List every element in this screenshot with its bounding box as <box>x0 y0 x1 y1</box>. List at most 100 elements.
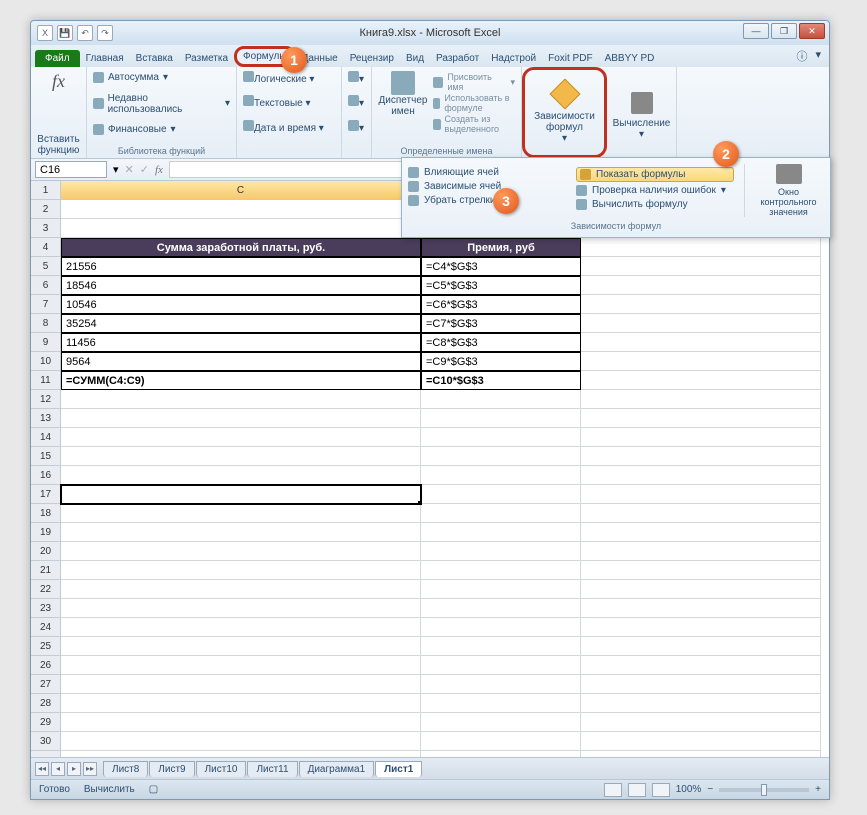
cell[interactable] <box>581 447 821 466</box>
use-in-formula-button[interactable]: Использовать в формуле <box>433 93 515 113</box>
cell[interactable] <box>421 694 581 713</box>
rowhdr-10[interactable]: 10 <box>31 352 60 371</box>
rowhdr-9[interactable]: 9 <box>31 333 60 352</box>
rowhdr-14[interactable]: 14 <box>31 428 60 447</box>
undo-icon[interactable]: ↶ <box>77 25 93 41</box>
rowhdr-5[interactable]: 5 <box>31 257 60 276</box>
recent-button[interactable]: Недавно использовались ▾ <box>93 93 230 115</box>
cell[interactable] <box>421 447 581 466</box>
cell[interactable] <box>421 751 581 757</box>
cell[interactable]: =C5*$G$3 <box>421 276 581 295</box>
cell[interactable] <box>61 599 421 618</box>
cell[interactable] <box>581 637 821 656</box>
redo-icon[interactable]: ↷ <box>97 25 113 41</box>
name-manager-button[interactable]: Диспетчер имен <box>378 71 428 117</box>
rowhdr-19[interactable]: 19 <box>31 523 60 542</box>
cell[interactable]: Премия, руб <box>421 238 581 257</box>
cell[interactable] <box>421 466 581 485</box>
cell[interactable]: =C4*$G$3 <box>421 257 581 276</box>
cell[interactable] <box>581 580 821 599</box>
view-normal-button[interactable] <box>604 783 622 797</box>
rowhdr-12[interactable]: 12 <box>31 390 60 409</box>
rowhdr-21[interactable]: 21 <box>31 561 60 580</box>
tab-view[interactable]: Вид <box>400 50 430 67</box>
more-functions[interactable]: ▾ ▾ ▾ <box>342 67 372 158</box>
rowhdr-17[interactable]: 17 <box>31 485 60 504</box>
maximize-button[interactable]: ❐ <box>771 23 797 39</box>
cell[interactable] <box>581 618 821 637</box>
rowhdr-23[interactable]: 23 <box>31 599 60 618</box>
cell[interactable] <box>581 656 821 675</box>
cell[interactable] <box>61 694 421 713</box>
sheet-tab[interactable]: Лист10 <box>196 761 247 777</box>
cell[interactable]: 35254 <box>61 314 421 333</box>
cell[interactable] <box>61 542 421 561</box>
cell[interactable]: Сумма заработной платы, руб. <box>61 238 421 257</box>
fx-bar-icon[interactable]: fx <box>155 164 163 176</box>
cell[interactable] <box>421 390 581 409</box>
cell[interactable] <box>61 618 421 637</box>
sheet-tab[interactable]: Лист11 <box>247 761 297 777</box>
sheet-tab[interactable]: Лист1 <box>375 761 422 777</box>
cell[interactable] <box>61 219 421 238</box>
formula-auditing-button[interactable]: Зависимости формул ▾ <box>522 67 607 158</box>
rowhdr-22[interactable]: 22 <box>31 580 60 599</box>
namebox-dropdown-icon[interactable]: ▾ <box>113 163 119 176</box>
sheet-nav-first[interactable]: ◂◂ <box>35 762 49 776</box>
cell[interactable] <box>61 428 421 447</box>
cell[interactable] <box>581 504 821 523</box>
rowhdr-1[interactable]: 1 <box>31 181 60 200</box>
cell[interactable] <box>421 428 581 447</box>
cell[interactable] <box>581 466 821 485</box>
cell[interactable] <box>61 523 421 542</box>
cell[interactable] <box>61 390 421 409</box>
cell[interactable] <box>421 656 581 675</box>
logical-button[interactable]: Логические ▾ <box>243 71 335 85</box>
zoom-in-button[interactable]: + <box>815 784 821 795</box>
rowhdr-26[interactable]: 26 <box>31 656 60 675</box>
selected-cell[interactable] <box>61 485 421 504</box>
cell[interactable] <box>61 561 421 580</box>
cell[interactable] <box>581 276 821 295</box>
cell[interactable] <box>61 580 421 599</box>
cell[interactable] <box>581 694 821 713</box>
rowhdr-11[interactable]: 11 <box>31 371 60 390</box>
cell[interactable] <box>61 409 421 428</box>
cell[interactable] <box>581 295 821 314</box>
cell[interactable] <box>581 675 821 694</box>
cell[interactable] <box>581 751 821 757</box>
cell[interactable] <box>581 428 821 447</box>
rowhdr-25[interactable]: 25 <box>31 637 60 656</box>
sheet-nav-prev[interactable]: ◂ <box>51 762 65 776</box>
colhdr-c[interactable]: C <box>61 181 421 199</box>
sheet-tab[interactable]: Лист8 <box>103 761 148 777</box>
cell[interactable]: =C8*$G$3 <box>421 333 581 352</box>
calculation-button[interactable]: Вычисление ▾ <box>607 67 677 158</box>
trace-precedents-button[interactable]: Влияющие ячей <box>408 167 566 178</box>
trace-dependents-button[interactable]: Зависимые ячей <box>408 181 566 192</box>
sheet-tab[interactable]: Лист9 <box>149 761 194 777</box>
evaluate-formula-button[interactable]: Вычислить формулу <box>576 199 734 210</box>
cell[interactable]: =C6*$G$3 <box>421 295 581 314</box>
show-formulas-button[interactable]: Показать формулы <box>576 167 734 182</box>
tab-dev[interactable]: Разработ <box>430 50 485 67</box>
cells-area[interactable]: Сумма заработной платы, руб.Премия, руб2… <box>61 200 829 757</box>
name-box[interactable] <box>35 161 107 178</box>
cell[interactable] <box>421 561 581 580</box>
rowhdr-24[interactable]: 24 <box>31 618 60 637</box>
cell[interactable]: =C9*$G$3 <box>421 352 581 371</box>
rowhdr-13[interactable]: 13 <box>31 409 60 428</box>
cell[interactable] <box>581 333 821 352</box>
zoom-out-button[interactable]: − <box>707 784 713 795</box>
cell[interactable] <box>581 371 821 390</box>
cell[interactable] <box>421 409 581 428</box>
cell[interactable]: 18546 <box>61 276 421 295</box>
cell[interactable] <box>581 561 821 580</box>
autosum-button[interactable]: Автосумма ▾ <box>93 72 230 83</box>
cell[interactable] <box>421 618 581 637</box>
rowhdr-7[interactable]: 7 <box>31 295 60 314</box>
cell[interactable] <box>421 485 581 504</box>
cell[interactable]: 10546 <box>61 295 421 314</box>
cell[interactable] <box>581 409 821 428</box>
rowhdr-16[interactable]: 16 <box>31 466 60 485</box>
